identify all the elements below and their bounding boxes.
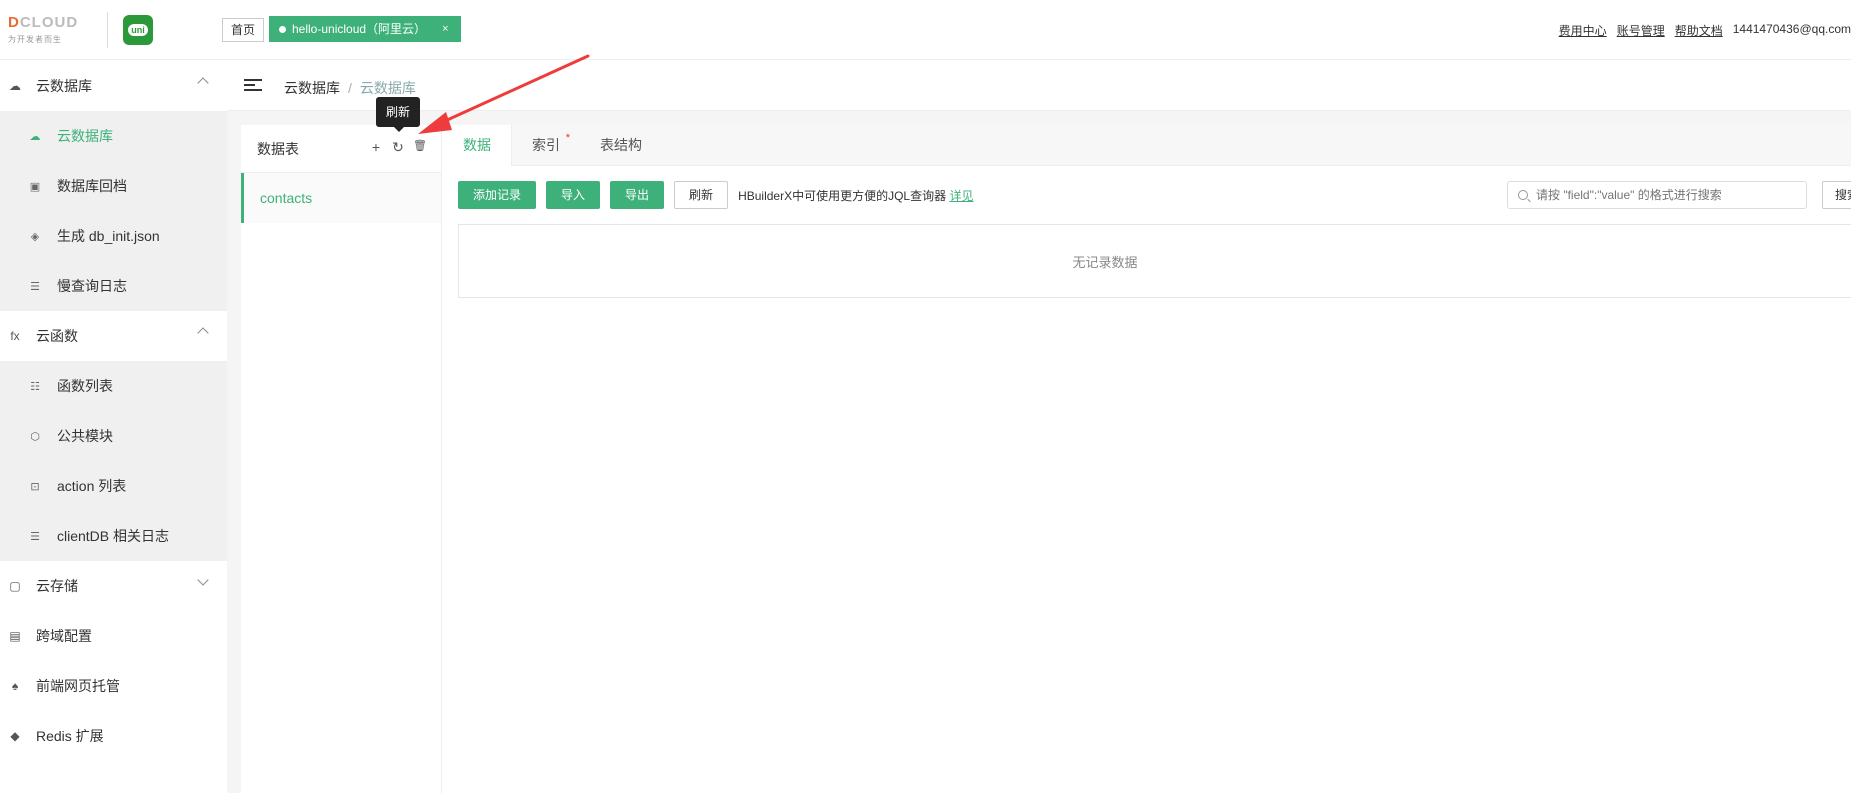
sidebar: ☁ 云数据库 ☁ 云数据库 ▣ 数据库回档 ◈ 生成 db_init.json … — [0, 61, 227, 793]
submenu-cloud-database: ☁ 云数据库 ▣ 数据库回档 ◈ 生成 db_init.json ☰ 慢查询日志 — [0, 111, 227, 311]
table-list-actions: + ↻ 🗑 — [369, 139, 427, 156]
jql-hint: HBuilderX中可使用更方便的JQL查询器 详见 — [738, 187, 973, 204]
add-icon[interactable]: + — [369, 139, 383, 156]
sidebar-item-label: 云数据库 — [57, 128, 113, 144]
delete-icon[interactable]: 🗑 — [413, 139, 427, 156]
sidebar-item-action-list[interactable]: ⊡ action 列表 — [0, 461, 227, 511]
menu-group-cloud-functions[interactable]: fx 云函数 — [0, 311, 227, 361]
menu-item-web-hosting[interactable]: ♠ 前端网页托管 — [0, 661, 227, 711]
sidebar-item-common-modules[interactable]: ⬡ 公共模块 — [0, 411, 227, 461]
annotation-arrow-icon — [418, 54, 590, 134]
user-email[interactable]: 1441470436@qq.com — [1733, 22, 1851, 39]
tab-bar: 数据 索引 * 表结构 — [443, 125, 1851, 166]
generate-icon: ◈ — [30, 230, 40, 243]
home-tab[interactable]: 首页 — [222, 18, 265, 42]
database-icon: ☁ — [9, 79, 21, 93]
chevron-up-icon — [197, 327, 209, 339]
logo-text-rest: CLOUD — [19, 14, 79, 31]
billing-link[interactable]: 费用中心 — [1559, 22, 1607, 39]
menu-item-cors-config[interactable]: ▤ 跨域配置 — [0, 611, 227, 661]
rollback-icon: ▣ — [29, 180, 41, 193]
database-panel: 数据表 + ↻ 🗑 contacts 数据 索引 * 表结构 添加记录 导入 导出… — [241, 125, 1851, 793]
action-icon: ⊡ — [30, 480, 40, 493]
close-icon[interactable]: × — [442, 16, 448, 42]
fx-icon: fx — [10, 329, 20, 343]
sidebar-item-label: 函数列表 — [57, 378, 113, 394]
menu-group-label: 前端网页托管 — [36, 678, 120, 694]
chevron-up-icon — [197, 77, 209, 89]
search-input[interactable] — [1536, 188, 1786, 202]
hosting-icon: ♠ — [11, 679, 19, 693]
list-icon: ☷ — [30, 380, 40, 393]
space-tab[interactable]: hello-unicloud（阿里云） × — [269, 16, 461, 42]
cors-icon: ▤ — [9, 629, 21, 643]
sidebar-item-label: 生成 db_init.json — [57, 228, 160, 244]
log-icon: ☰ — [30, 530, 40, 543]
refresh-button[interactable]: 刷新 — [674, 181, 729, 209]
status-dot-icon — [279, 25, 286, 33]
sidebar-item-label: 慢查询日志 — [57, 278, 127, 294]
menu-group-cloud-database[interactable]: ☁ 云数据库 — [0, 61, 227, 111]
search-box[interactable] — [1507, 181, 1807, 209]
search-icon — [1518, 190, 1528, 200]
database-icon: ☁ — [29, 130, 41, 143]
sidebar-item-label: 公共模块 — [57, 428, 113, 444]
top-header: DCLOUD 为开发者而生 uni 首页 hello-unicloud（阿里云）… — [0, 0, 1851, 60]
uni-logo[interactable]: uni — [123, 15, 153, 45]
arrow-head — [418, 112, 452, 134]
breadcrumb: 云数据库 / 云数据库 — [284, 78, 416, 98]
breadcrumb-root[interactable]: 云数据库 — [284, 80, 340, 96]
table-item-contacts[interactable]: contacts — [241, 173, 441, 223]
menu-group-label: 云存储 — [36, 578, 78, 594]
menu-group-label: 云数据库 — [36, 78, 92, 94]
arrow-shaft — [432, 54, 590, 128]
logo-text: DCLOUD — [8, 14, 79, 31]
account-link[interactable]: 账号管理 — [1617, 22, 1665, 39]
menu-toggle-icon[interactable] — [244, 79, 262, 93]
empty-records: 无记录数据 — [458, 224, 1851, 298]
menu-group-label: 云函数 — [36, 328, 78, 344]
logo-subtitle: 为开发者而生 — [8, 35, 62, 44]
menu-item-redis[interactable]: ◆ Redis 扩展 — [0, 711, 227, 761]
menu-group-cloud-storage[interactable]: ▢ 云存储 — [0, 561, 227, 611]
submenu-cloud-functions: ☷ 函数列表 ⬡ 公共模块 ⊡ action 列表 ☰ clientDB 相关日… — [0, 361, 227, 561]
chevron-down-icon — [197, 574, 209, 586]
help-link[interactable]: 帮助文档 — [1675, 22, 1723, 39]
cube-icon: ⬡ — [30, 430, 40, 443]
add-record-button[interactable]: 添加记录 — [458, 181, 537, 209]
dcloud-logo[interactable]: DCLOUD 为开发者而生 — [8, 14, 96, 48]
sidebar-item-cloud-database[interactable]: ☁ 云数据库 — [0, 111, 227, 161]
sidebar-item-clientdb-log[interactable]: ☰ clientDB 相关日志 — [0, 511, 227, 561]
sidebar-item-label: clientDB 相关日志 — [57, 528, 170, 544]
sidebar-item-db-init[interactable]: ◈ 生成 db_init.json — [0, 211, 227, 261]
menu-group-label: 跨域配置 — [36, 628, 92, 644]
menu-group-label: Redis 扩展 — [36, 728, 104, 744]
storage-icon: ▢ — [9, 579, 21, 593]
sidebar-item-db-rollback[interactable]: ▣ 数据库回档 — [0, 161, 227, 211]
jql-hint-text: HBuilderX中可使用更方便的JQL查询器 — [738, 188, 947, 203]
import-button[interactable]: 导入 — [546, 181, 601, 209]
tab-label: 表结构 — [600, 137, 642, 153]
redis-icon: ◆ — [10, 729, 20, 743]
jql-details-link[interactable]: 详见 — [949, 189, 973, 203]
log-icon: ☰ — [30, 280, 40, 293]
table-list: 数据表 + ↻ 🗑 contacts — [241, 125, 442, 793]
sidebar-item-label: 数据库回档 — [57, 178, 127, 194]
sidebar-item-label: action 列表 — [57, 478, 127, 494]
empty-text: 无记录数据 — [1072, 254, 1138, 270]
search-button[interactable]: 搜索 — [1822, 181, 1851, 209]
refresh-icon[interactable]: ↻ — [391, 139, 405, 156]
sidebar-item-slow-query-log[interactable]: ☰ 慢查询日志 — [0, 261, 227, 311]
table-list-title: 数据表 — [257, 140, 299, 157]
data-toolbar: 添加记录 导入 导出 刷新 HBuilderX中可使用更方便的JQL查询器 详见 — [458, 181, 973, 209]
header-links: 费用中心 账号管理 帮助文档 1441470436@qq.com — [1559, 22, 1851, 39]
logo-divider — [107, 12, 108, 48]
sidebar-item-function-list[interactable]: ☷ 函数列表 — [0, 361, 227, 411]
breadcrumb-separator: / — [348, 80, 352, 96]
export-button[interactable]: 导出 — [610, 181, 665, 209]
uni-logo-text: uni — [128, 24, 148, 36]
space-tab-label: hello-unicloud（阿里云） — [292, 22, 427, 36]
